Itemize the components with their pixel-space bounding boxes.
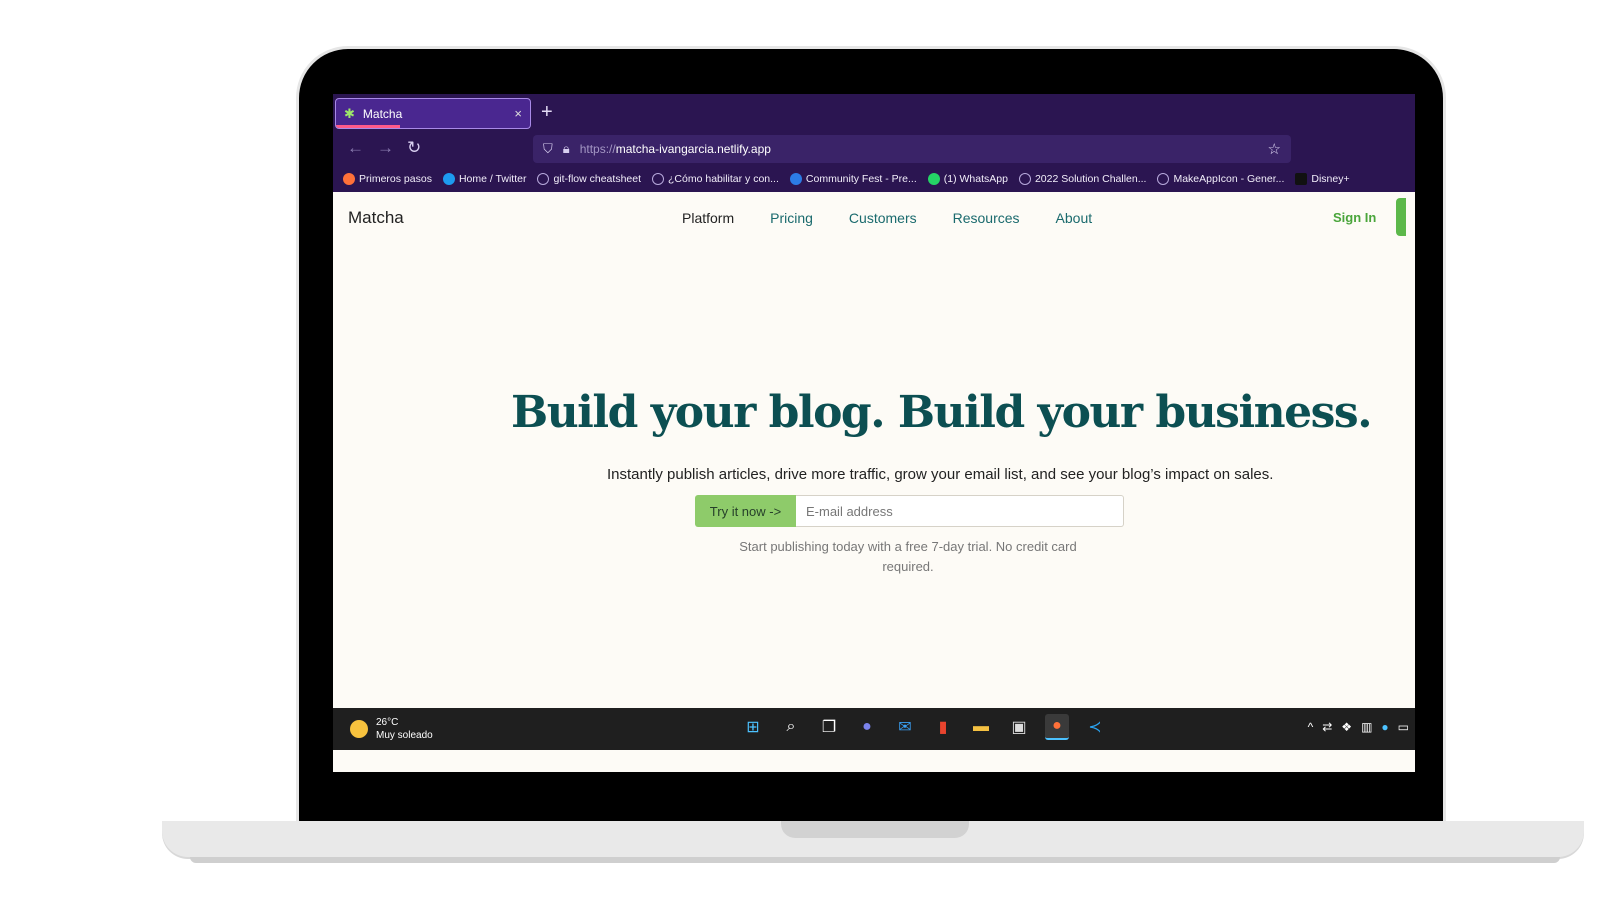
dropbox-icon[interactable]: ❖ (1341, 720, 1352, 734)
nav-platform[interactable]: Platform (682, 210, 734, 226)
bookmark-item[interactable]: Primeros pasos (343, 173, 432, 185)
office-icon[interactable]: ▮ (931, 714, 955, 740)
twitter-icon (442, 173, 455, 185)
weather-description: Muy soleado (376, 730, 433, 741)
globe-icon (537, 173, 550, 185)
address-bar[interactable]: ⛉ 🔒︎ https://matcha-ivangarcia.netlify.a… (533, 135, 1291, 163)
nav-about[interactable]: About (1056, 210, 1093, 226)
laptop-notch (781, 821, 969, 838)
nav-pricing[interactable]: Pricing (770, 210, 813, 226)
nav-resources[interactable]: Resources (953, 210, 1020, 226)
bookmark-star-icon[interactable]: ☆ (1268, 140, 1281, 158)
c-icon (789, 173, 802, 185)
browser-tab[interactable]: ✱ Matcha × (335, 98, 531, 129)
site-nav: Platform Pricing Customers Resources Abo… (682, 210, 1092, 226)
bookmark-item[interactable]: Community Fest - Pre... (789, 173, 917, 185)
site-header: Matcha Platform Pricing Customers Resour… (333, 192, 1415, 248)
bookmarks-bar: Primeros pasos Home / Twitter git-flow c… (333, 166, 1415, 192)
system-tray: ^ ⇄ ❖ ▥ ● ▭ (1308, 720, 1409, 734)
new-tab-button[interactable]: + (541, 101, 553, 124)
laptop-base-shadow (190, 857, 1560, 863)
matcha-favicon-icon: ✱ (344, 105, 355, 121)
bookmark-item[interactable]: Disney+ (1295, 173, 1350, 185)
sync-icon[interactable]: ⇄ (1322, 720, 1332, 734)
shield-icon[interactable]: ⛉ (543, 141, 553, 157)
chevron-up-icon[interactable]: ^ (1308, 720, 1314, 734)
signup-form: Try it now -> (695, 495, 1124, 527)
trial-note: Start publishing today with a free 7-day… (739, 539, 1077, 574)
back-arrow-icon[interactable]: ← (347, 138, 364, 158)
hero-title: Build your blog. Build your business. (511, 387, 1373, 438)
sun-cloud-icon (350, 720, 368, 738)
mail-icon[interactable]: ✉ (893, 714, 917, 740)
side-feedback-tab[interactable] (1396, 198, 1406, 236)
teams-chat-icon[interactable]: ● (855, 714, 879, 740)
search-icon[interactable]: ⌕ (779, 714, 803, 740)
bookmark-item[interactable]: (1) WhatsApp (927, 173, 1008, 185)
close-tab-icon[interactable]: × (514, 106, 522, 121)
bookmark-item[interactable]: git-flow cheatsheet (537, 173, 641, 185)
tab-title: Matcha (362, 106, 403, 121)
sign-in-link[interactable]: Sign In (1333, 210, 1376, 225)
store-icon[interactable]: ▣ (1007, 714, 1031, 740)
hero-subtitle: Instantly publish articles, drive more t… (607, 466, 1274, 483)
url-text: https://matcha-ivangarcia.netlify.app (579, 142, 771, 156)
microphone-icon[interactable]: ● (1381, 720, 1388, 734)
firefox-icon (343, 173, 355, 185)
bookmark-item[interactable]: Home / Twitter (442, 173, 526, 185)
bookmark-item[interactable]: ¿Cómo habilitar y con... (652, 173, 779, 185)
lock-icon[interactable]: 🔒︎ (563, 141, 570, 157)
windows-taskbar: 26°C Muy soleado ⊞ ⌕ ❐ ● ✉ ▮ ▬ ▣ ● ≺ ^ ⇄… (333, 708, 1415, 750)
whatsapp-icon (927, 173, 940, 185)
bookmark-item[interactable]: MakeAppIcon - Gener... (1157, 173, 1284, 185)
network-icon[interactable]: ▥ (1361, 720, 1372, 734)
globe-icon (1018, 173, 1031, 185)
browser-tab-bar: ✱ Matcha × + (333, 94, 1415, 132)
windows-start-icon[interactable]: ⊞ (741, 714, 765, 740)
globe-icon (1157, 173, 1170, 185)
disney-icon (1295, 173, 1308, 185)
reload-icon[interactable]: ↻ (407, 138, 421, 158)
taskbar-apps: ⊞ ⌕ ❐ ● ✉ ▮ ▬ ▣ ● ≺ (741, 714, 1107, 740)
file-explorer-icon[interactable]: ▬ (969, 714, 993, 740)
try-it-now-button[interactable]: Try it now -> (695, 495, 796, 527)
firefox-icon[interactable]: ● (1045, 714, 1069, 740)
email-field[interactable] (796, 495, 1124, 527)
globe-icon (652, 173, 665, 185)
forward-arrow-icon[interactable]: → (377, 138, 394, 158)
vscode-icon[interactable]: ≺ (1083, 714, 1107, 740)
bookmark-item[interactable]: 2022 Solution Challen... (1018, 173, 1146, 185)
site-logo[interactable]: Matcha (348, 208, 404, 228)
browser-toolbar: ← → ↻ ⛉ 🔒︎ https://matcha-ivangarcia.net… (333, 132, 1415, 166)
tab-loading-indicator (336, 125, 400, 128)
laptop-screen: ✱ Matcha × + ← → ↻ ⛉ 🔒︎ https://matcha-i… (333, 94, 1415, 772)
notification-icon[interactable]: ▭ (1398, 720, 1409, 734)
nav-customers[interactable]: Customers (849, 210, 917, 226)
task-view-icon[interactable]: ❐ (817, 714, 841, 740)
weather-temperature: 26°C (376, 717, 399, 728)
weather-widget[interactable]: 26°C Muy soleado (350, 716, 433, 742)
